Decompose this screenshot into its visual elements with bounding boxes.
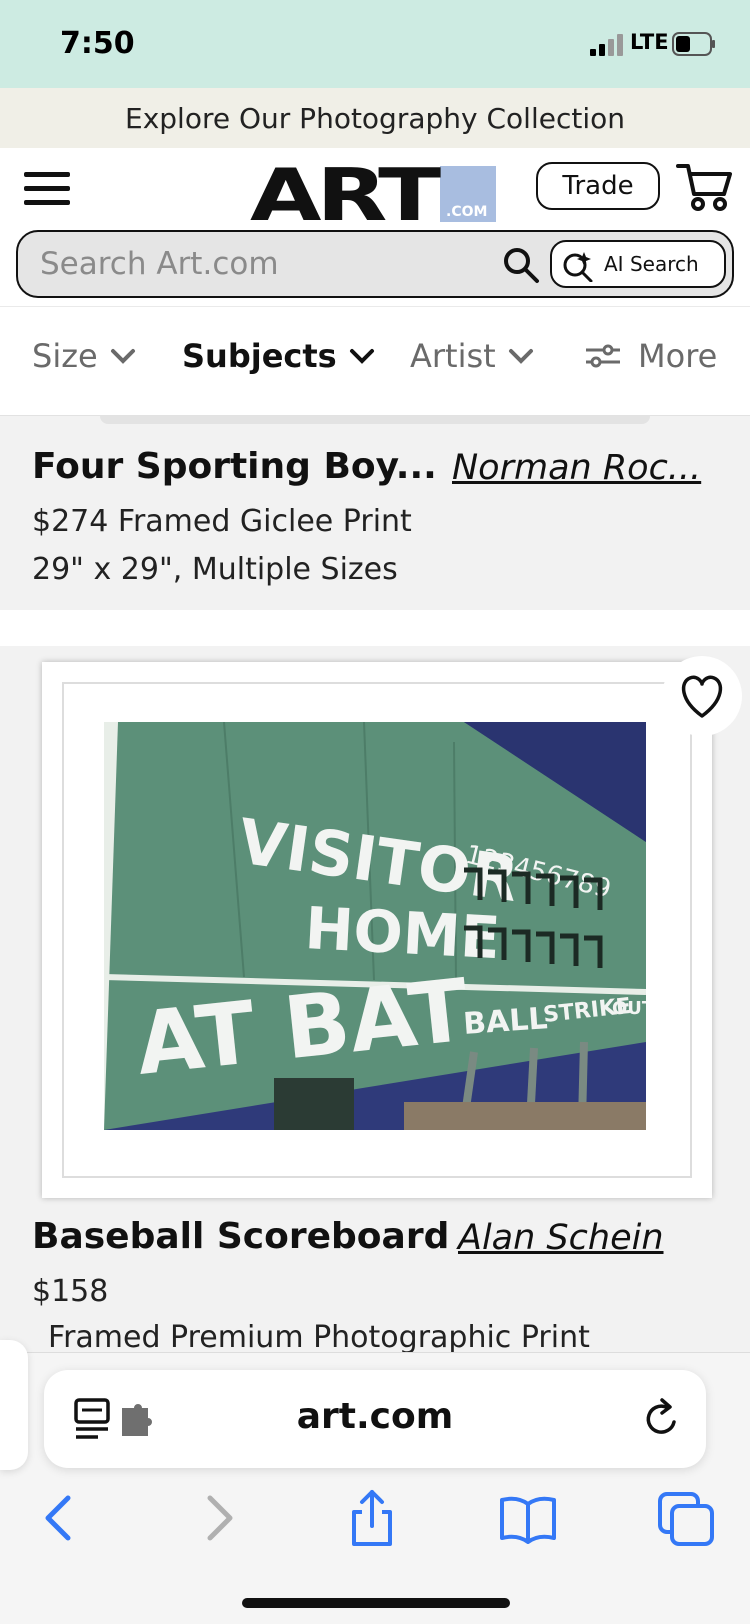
filter-more[interactable]: More [584, 337, 717, 375]
bookmarks-icon[interactable] [498, 1488, 558, 1548]
back-icon[interactable] [30, 1488, 90, 1548]
filter-subjects[interactable]: Subjects [182, 337, 375, 375]
hamburger-menu-icon[interactable] [22, 168, 74, 208]
ai-search-label: AI Search [604, 252, 699, 276]
sparkle-search-icon [563, 252, 593, 282]
svg-text:ART: ART [250, 160, 441, 222]
search-icon[interactable] [502, 246, 540, 284]
product-title[interactable]: Baseball Scoreboard [32, 1216, 449, 1257]
svg-text:.COM: .COM [446, 204, 487, 220]
previous-tab-edge[interactable] [0, 1340, 28, 1470]
app-screen: 7:50 LTE Explore Our Photography Collect… [0, 0, 750, 1624]
heart-icon [681, 675, 723, 718]
art-com-logo[interactable]: ART .COM [250, 160, 500, 222]
filter-artist[interactable]: Artist [410, 337, 534, 375]
filter-more-label: More [638, 337, 718, 375]
status-bar: 7:50 LTE [0, 0, 750, 88]
tabs-icon[interactable] [656, 1488, 716, 1548]
home-indicator[interactable] [242, 1598, 510, 1608]
product-type: Framed Premium Photographic Print [48, 1320, 590, 1355]
search-input[interactable] [40, 242, 500, 286]
product-card[interactable]: Four Sporting Boy... Norman Roc... $274 … [0, 436, 750, 610]
battery-icon [672, 32, 715, 56]
product-price: $158 [32, 1274, 109, 1309]
filter-size[interactable]: Size [32, 337, 136, 375]
photo-text-ball: BALL [462, 1001, 549, 1042]
product-title[interactable]: Four Sporting Boy... [32, 446, 437, 487]
share-icon[interactable] [342, 1488, 402, 1548]
site-header: ART .COM Trade [0, 148, 750, 228]
network-label: LTE [630, 30, 669, 54]
filter-size-label: Size [32, 337, 98, 375]
product-size: 29" x 29", Multiple Sizes [32, 552, 398, 587]
chevron-down-icon [508, 349, 533, 364]
frame-edge [100, 416, 650, 424]
product-price-type: $274 Framed Giclee Print [32, 504, 412, 539]
chevron-down-icon [349, 349, 374, 364]
sliders-icon [586, 344, 620, 368]
chevron-down-icon [110, 349, 135, 364]
filter-bar: Size Subjects Artist More [0, 306, 750, 416]
search-bar: AI Search [16, 230, 734, 298]
photo-text-out: OUT [612, 998, 646, 1019]
favorite-button[interactable] [662, 656, 742, 736]
shopping-cart-icon[interactable] [676, 160, 732, 212]
photo-text-home: HOME [303, 894, 501, 972]
trade-button[interactable]: Trade [536, 162, 660, 210]
url-text: art.com [296, 1396, 454, 1437]
filter-artist-label: Artist [410, 337, 496, 375]
scoreboard-photo: VISITOR HOME AT BAT 123456789 BALL STRIK… [104, 722, 646, 1130]
filter-subjects-label: Subjects [182, 337, 337, 375]
reload-icon[interactable] [642, 1398, 682, 1440]
status-time: 7:50 [60, 26, 135, 61]
product-artist-link[interactable]: Alan Schein [458, 1218, 664, 1258]
promo-banner[interactable]: Explore Our Photography Collection [0, 88, 750, 148]
ai-search-button[interactable]: AI Search [550, 240, 726, 288]
address-bar[interactable]: art.com [44, 1370, 706, 1468]
product-artist-link[interactable]: Norman Roc... [452, 448, 701, 488]
forward-icon[interactable] [188, 1488, 248, 1548]
signal-icon [590, 34, 623, 56]
framed-print-image[interactable]: VISITOR HOME AT BAT 123456789 BALL STRIK… [42, 662, 712, 1198]
